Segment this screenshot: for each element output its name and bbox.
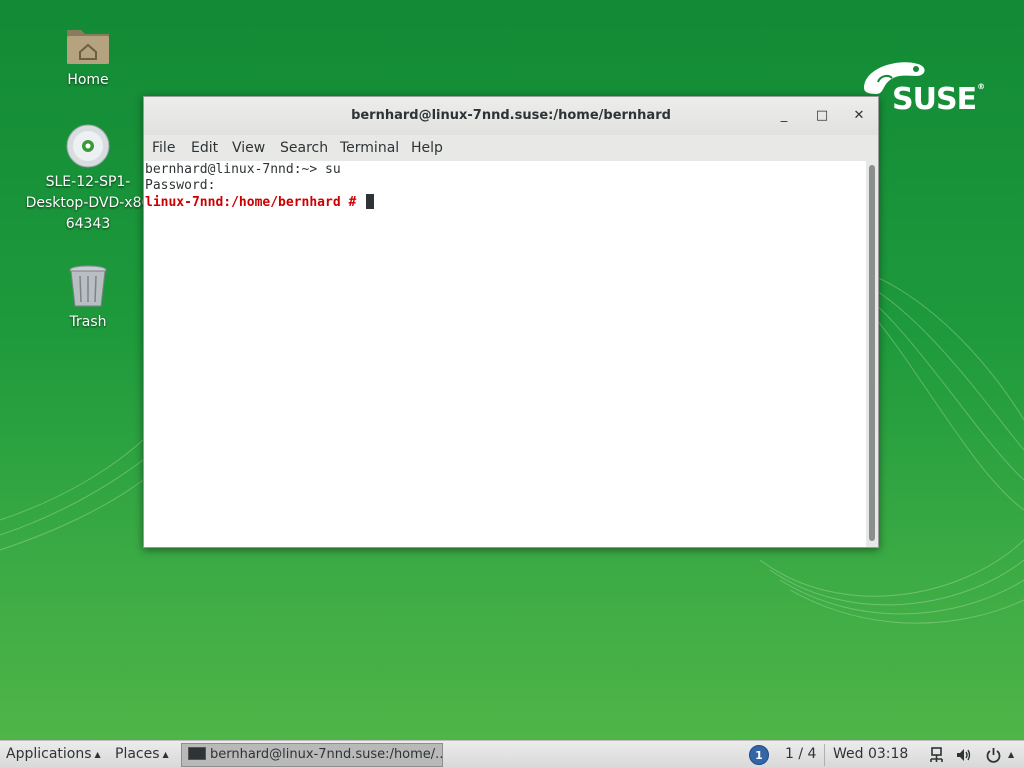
applications-menu[interactable]: Applications ▲ [6, 741, 101, 768]
close-button[interactable]: ✕ [849, 106, 869, 126]
terminal-line: bernhard@linux-7nnd:~> su [145, 162, 341, 177]
window-title: bernhard@linux-7nnd.suse:/home/bernhard [351, 108, 671, 123]
desktop-icon-dvd[interactable]: SLE-12-SP1- Desktop-DVD-x86 64343 [23, 124, 153, 235]
triangle-up-icon: ▲ [94, 750, 101, 759]
triangle-up-icon[interactable]: ▲ [1008, 741, 1014, 768]
taskbar-label: bernhard@linux-7nnd.suse:/home/... [210, 747, 443, 762]
trash-icon [69, 265, 107, 307]
desktop-icon-label-line: SLE-12-SP1- [45, 174, 131, 190]
places-menu[interactable]: Places ▲ [115, 741, 169, 768]
dvd-disc-icon [66, 124, 110, 168]
menu-edit[interactable]: Edit [191, 135, 218, 161]
volume-icon[interactable] [956, 748, 972, 762]
menu-search[interactable]: Search [280, 135, 328, 161]
desktop-icon-home[interactable]: Home [23, 22, 153, 91]
terminal-window[interactable]: bernhard@linux-7nnd.suse:/home/bernhard … [143, 96, 879, 548]
applications-label: Applications [6, 746, 92, 762]
terminal-prompt-line: linux-7nnd:/home/bernhard # [145, 194, 375, 211]
window-titlebar[interactable]: bernhard@linux-7nnd.suse:/home/bernhard … [144, 97, 878, 135]
home-folder-icon [67, 30, 109, 64]
menu-view[interactable]: View [232, 135, 265, 161]
desktop-icon-label: Trash [69, 314, 107, 330]
terminal-line: Password: [145, 178, 216, 193]
maximize-button[interactable]: □ [812, 106, 832, 126]
terminal-icon [188, 747, 206, 760]
desktop-icon-trash[interactable]: Trash [23, 264, 153, 333]
desktop-icon-label: Home [67, 72, 109, 88]
root-prompt: linux-7nnd:/home/bernhard # [145, 195, 357, 210]
desktop-icon-label-line: 64343 [65, 216, 111, 232]
scrollbar-thumb[interactable] [869, 165, 875, 541]
panel-separator [824, 744, 825, 766]
desktop-icon-label-line: Desktop-DVD-x86 [25, 195, 151, 211]
network-icon[interactable] [929, 747, 944, 763]
minimize-button[interactable]: _ [774, 106, 794, 126]
workspace-indicator[interactable]: 1 / 4 [785, 741, 816, 768]
clock[interactable]: Wed 03:18 [833, 741, 908, 768]
terminal-scrollbar[interactable] [866, 161, 878, 547]
triangle-up-icon: ▲ [162, 750, 169, 759]
menu-file[interactable]: File [152, 135, 175, 161]
taskbar-terminal-button[interactable]: bernhard@linux-7nnd.suse:/home/... [181, 743, 443, 767]
power-icon[interactable] [986, 747, 1001, 763]
menu-help[interactable]: Help [411, 135, 443, 161]
terminal-area[interactable]: bernhard@linux-7nnd:~> su Password: linu… [144, 161, 866, 547]
suse-logo-text: SUSE® [892, 82, 985, 117]
bottom-panel: Applications ▲ Places ▲ bernhard@linux-7nn… [0, 740, 1024, 768]
desktop: SUSE® Home SLE-12-SP1- Desktop-DVD-x86 6… [0, 0, 1024, 740]
workspace-badge-icon[interactable]: 1 [749, 745, 769, 765]
menu-bar: File Edit View Search Terminal Help [144, 135, 878, 161]
menu-terminal[interactable]: Terminal [340, 135, 399, 161]
text-cursor [366, 194, 375, 209]
places-label: Places [115, 746, 160, 762]
